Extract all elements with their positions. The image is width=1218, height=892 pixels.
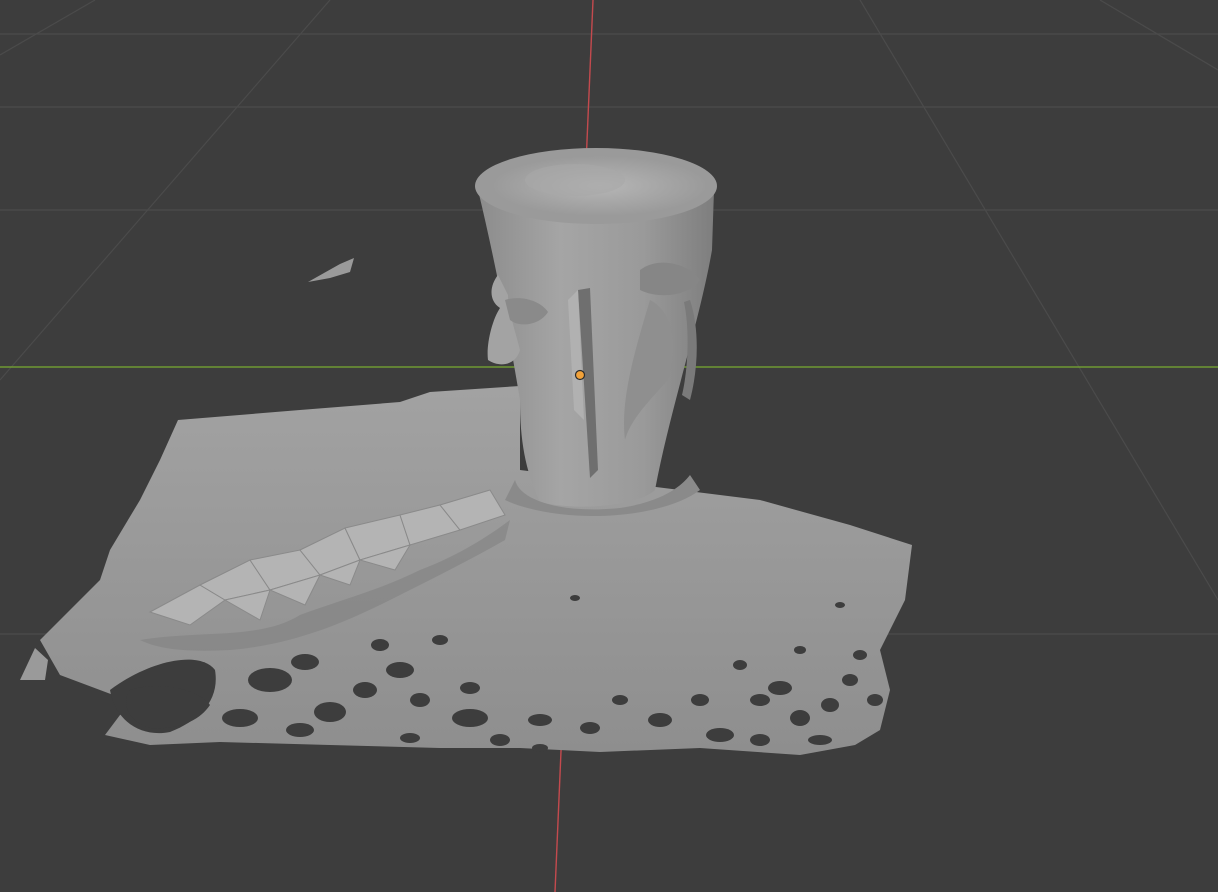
3d-viewport[interactable] (0, 0, 1218, 892)
viewport-canvas[interactable] (0, 0, 1218, 892)
object-origin-marker[interactable] (574, 369, 586, 381)
